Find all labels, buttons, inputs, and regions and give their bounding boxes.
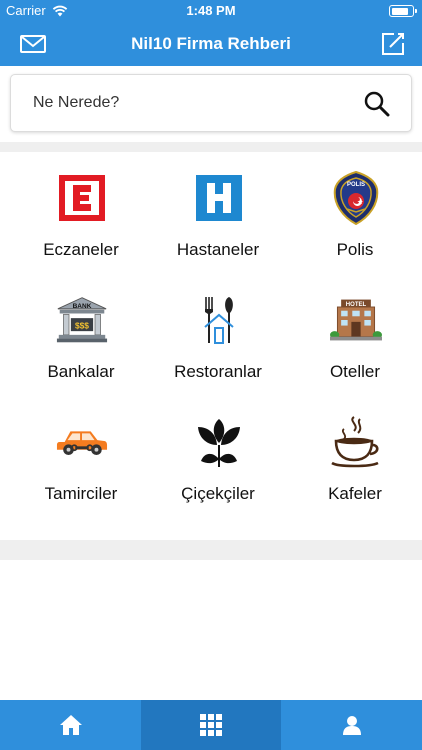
bank-icon: BANK $$$	[56, 294, 108, 346]
category-label: Restoranlar	[174, 362, 262, 381]
tab-home[interactable]	[0, 700, 141, 750]
restaurant-icon	[193, 294, 245, 346]
coffee-icon	[330, 416, 382, 468]
category-hastaneler[interactable]: Hastaneler	[148, 152, 288, 274]
page-title: Nil10 Firma Rehberi	[131, 34, 291, 53]
status-bar: Carrier 1:48 PM	[0, 0, 422, 22]
category-label: Polis	[336, 240, 374, 259]
category-oteller[interactable]: HOTEL Oteller	[285, 274, 422, 396]
search-input[interactable]: Ne Nerede?	[10, 74, 412, 132]
search-section: Ne Nerede?	[0, 66, 422, 142]
hotel-icon: HOTEL	[330, 294, 382, 346]
home-icon	[59, 715, 82, 735]
status-time: 1:48 PM	[186, 3, 236, 18]
hospital-icon	[193, 172, 245, 224]
category-tamirciler[interactable]: Tamirciler	[11, 396, 151, 518]
tab-categories[interactable]	[141, 700, 281, 750]
category-bankalar[interactable]: BANK $$$ Bankalar	[11, 274, 151, 396]
divider-top	[0, 142, 422, 152]
category-label: Bankalar	[47, 362, 115, 381]
category-label: Çiçekçiler	[181, 484, 255, 503]
compose-icon	[382, 33, 404, 55]
user-icon	[342, 716, 361, 735]
tab-profile[interactable]	[281, 700, 422, 750]
police-badge-text: POLIS	[347, 182, 365, 188]
search-placeholder: Ne Nerede?	[33, 94, 120, 111]
tab-bar	[0, 700, 422, 750]
flower-icon	[193, 416, 245, 468]
category-grid: Eczaneler Hastaneler POLIS Polis BANK $$…	[0, 152, 422, 540]
battery-icon	[389, 5, 417, 17]
category-label: Hastaneler	[176, 240, 260, 259]
nav-bar: Nil10 Firma Rehberi	[0, 22, 422, 66]
category-label: Kafeler	[328, 484, 382, 503]
category-polis[interactable]: POLIS Polis	[285, 152, 422, 274]
category-kafeler[interactable]: Kafeler	[285, 396, 422, 518]
category-label: Eczaneler	[43, 240, 119, 259]
category-restoranlar[interactable]: Restoranlar	[148, 274, 288, 396]
category-cicekciler[interactable]: Çiçekçiler	[148, 396, 288, 518]
bank-sign-text: $$$	[75, 320, 89, 330]
category-label: Oteller	[329, 362, 381, 381]
grid-icon	[200, 714, 222, 736]
search-icon[interactable]	[363, 90, 391, 118]
category-eczaneler[interactable]: Eczaneler	[11, 152, 151, 274]
police-badge-icon: POLIS	[330, 171, 382, 225]
category-label: Tamirciler	[44, 484, 118, 503]
compose-button[interactable]	[378, 30, 408, 58]
bank-icon-text: BANK	[73, 303, 92, 310]
divider-bottom	[0, 540, 422, 560]
car-repair-icon	[56, 416, 108, 468]
pharmacy-icon	[56, 172, 108, 224]
